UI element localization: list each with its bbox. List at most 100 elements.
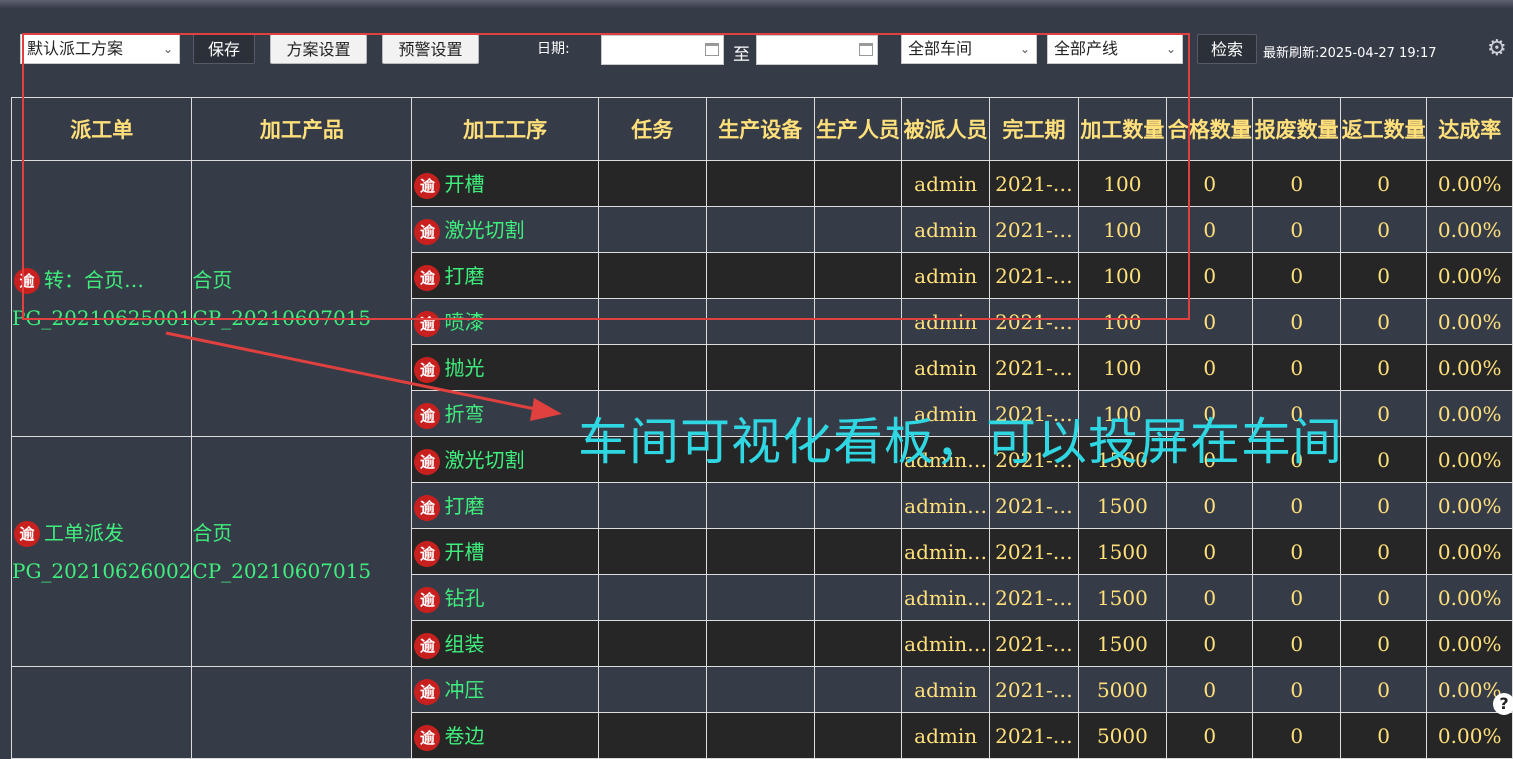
help-icon[interactable]: ? xyxy=(1493,693,1513,715)
process-name: 抛光 xyxy=(444,356,485,381)
quantity-cell: 100 xyxy=(1077,206,1167,253)
due-date-cell: 2021-… xyxy=(989,620,1079,667)
dispatch-order-name: 逾转：合页… xyxy=(13,265,191,295)
assignee-cell: admin xyxy=(901,344,991,391)
due-date-cell: 2021-… xyxy=(989,528,1079,575)
overdue-badge-icon: 逾 xyxy=(414,402,441,429)
rework-qty-cell: 0 xyxy=(1339,620,1428,667)
product-cell xyxy=(191,666,413,759)
gear-icon[interactable]: ⚙ xyxy=(1487,38,1507,60)
due-date-cell: 2021-… xyxy=(989,574,1079,621)
process-name: 组装 xyxy=(444,632,485,657)
column-header: 加工工序 xyxy=(411,97,599,161)
rework-qty-cell: 0 xyxy=(1339,298,1428,345)
date-to-label: 至 xyxy=(733,45,750,65)
table-row[interactable]: 逾冲压 admin 2021-… 5000 0 0 0 0.00% xyxy=(10,666,1513,759)
operator-cell xyxy=(813,666,903,713)
quantity-cell: 1500 xyxy=(1077,528,1167,575)
dispatch-order-cell[interactable]: 逾工单派发 PG_20210626002 xyxy=(10,436,193,667)
save-button[interactable]: 保存 xyxy=(193,34,255,64)
qualified-qty-cell: 0 xyxy=(1165,206,1254,253)
process-name: 开槽 xyxy=(444,172,485,197)
date-start-input[interactable] xyxy=(601,35,724,65)
column-header: 合格数量 xyxy=(1165,97,1254,161)
rework-qty-cell: 0 xyxy=(1339,436,1428,483)
operator-cell xyxy=(813,160,903,207)
quantity-cell: 100 xyxy=(1077,160,1167,207)
overdue-badge-icon: 逾 xyxy=(414,494,441,521)
process-cell[interactable]: 逾钻孔 xyxy=(411,574,599,621)
process-name: 钻孔 xyxy=(444,586,485,611)
due-date-cell: 2021-… xyxy=(989,298,1079,345)
rework-qty-cell: 0 xyxy=(1339,206,1428,253)
achievement-rate-cell: 0.00% xyxy=(1426,574,1513,621)
scheme-select-value: 默认派工方案 xyxy=(27,39,124,58)
due-date-cell: 2021-… xyxy=(989,344,1079,391)
task-cell xyxy=(597,528,707,575)
assignee-cell: admin xyxy=(901,160,991,207)
process-cell[interactable]: 逾激光切割 xyxy=(411,206,599,253)
due-date-cell: 2021-… xyxy=(989,482,1079,529)
process-cell[interactable]: 逾组装 xyxy=(411,620,599,667)
due-date-cell: 2021-… xyxy=(989,666,1079,713)
rework-qty-cell: 0 xyxy=(1339,574,1428,621)
product-name: 合页 xyxy=(192,267,233,292)
product-name: 合页 xyxy=(192,520,233,545)
task-cell xyxy=(597,666,707,713)
process-name: 卷边 xyxy=(444,724,485,749)
last-refresh-text: 最新刷新:2025-04-27 19:17 xyxy=(1263,46,1437,61)
process-cell[interactable]: 逾激光切割 xyxy=(411,436,599,483)
product-code: CP_20210607015 xyxy=(192,558,372,583)
workshop-select[interactable]: 全部车间 ⌄ xyxy=(901,34,1037,64)
warning-settings-button[interactable]: 预警设置 xyxy=(382,34,479,64)
calendar-icon[interactable] xyxy=(859,43,873,56)
search-button[interactable]: 检索 xyxy=(1197,34,1257,64)
equipment-cell xyxy=(705,252,815,299)
process-cell[interactable]: 逾打磨 xyxy=(411,252,599,299)
task-cell xyxy=(597,160,707,207)
operator-cell xyxy=(813,298,903,345)
overdue-badge-icon: 逾 xyxy=(414,724,441,751)
due-date-cell: 2021-… xyxy=(989,206,1079,253)
process-name: 开槽 xyxy=(444,540,485,565)
annotation-text: 车间可视化看板，可以投屏在车间 xyxy=(578,413,1343,471)
qualified-qty-cell: 0 xyxy=(1165,620,1254,667)
qualified-qty-cell: 0 xyxy=(1165,344,1254,391)
table-row[interactable]: 逾转：合页… PG_20210625001 合页 CP_20210607015 逾开槽 a… xyxy=(10,160,1513,437)
scheme-settings-button[interactable]: 方案设置 xyxy=(270,34,367,64)
column-header: 被派人员 xyxy=(901,97,991,161)
process-cell[interactable]: 逾折弯 xyxy=(411,390,599,437)
overdue-badge-icon: 逾 xyxy=(414,264,441,291)
achievement-rate-cell: 0.00% xyxy=(1426,436,1513,483)
assignee-cell: admin… xyxy=(901,620,991,667)
dispatch-order-cell[interactable] xyxy=(10,666,193,759)
calendar-icon[interactable] xyxy=(705,43,719,56)
column-header: 完工期 xyxy=(989,97,1079,161)
overdue-badge-icon: 逾 xyxy=(14,268,40,294)
process-cell[interactable]: 逾冲压 xyxy=(411,666,599,713)
operator-cell xyxy=(813,482,903,529)
achievement-rate-cell: 0.00% xyxy=(1426,160,1513,207)
process-cell[interactable]: 逾打磨 xyxy=(411,482,599,529)
process-cell[interactable]: 逾抛光 xyxy=(411,344,599,391)
production-line-select[interactable]: 全部产线 ⌄ xyxy=(1047,34,1183,64)
overdue-badge-icon: 逾 xyxy=(414,678,441,705)
process-cell[interactable]: 逾喷漆 xyxy=(411,298,599,345)
rework-qty-cell: 0 xyxy=(1339,528,1428,575)
qualified-qty-cell: 0 xyxy=(1165,482,1254,529)
equipment-cell xyxy=(705,482,815,529)
qualified-qty-cell: 0 xyxy=(1165,298,1254,345)
overdue-badge-icon: 逾 xyxy=(414,540,441,567)
rework-qty-cell: 0 xyxy=(1339,390,1428,437)
overdue-badge-icon: 逾 xyxy=(414,218,441,245)
chevron-down-icon: ⌄ xyxy=(1165,42,1176,56)
scheme-select[interactable]: 默认派工方案 ⌄ xyxy=(20,34,180,64)
achievement-rate-cell: 0.00% xyxy=(1426,390,1513,437)
workshop-select-value: 全部车间 xyxy=(908,39,973,58)
process-cell[interactable]: 逾开槽 xyxy=(411,160,599,207)
quantity-cell: 100 xyxy=(1077,252,1167,299)
date-end-input[interactable] xyxy=(756,35,878,65)
process-cell[interactable]: 逾开槽 xyxy=(411,528,599,575)
scrap-qty-cell: 0 xyxy=(1252,482,1341,529)
dispatch-order-cell[interactable]: 逾转：合页… PG_20210625001 xyxy=(10,160,193,437)
